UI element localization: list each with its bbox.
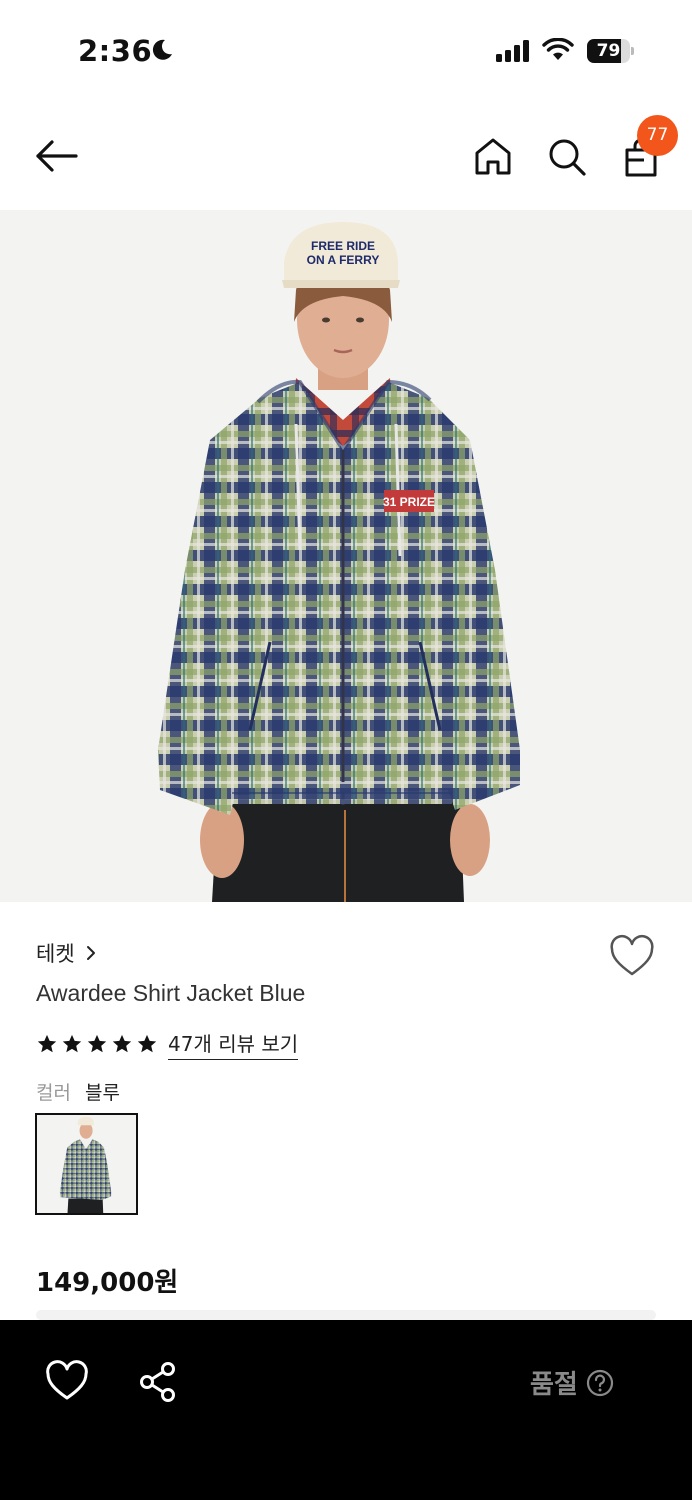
sold-out-status: 품절 xyxy=(530,1364,614,1401)
star-icon xyxy=(62,1034,82,1053)
product-page: 2:36 79 77 31 PRIZE FREE RIDE ON A FERRY… xyxy=(0,0,692,1500)
cart-count-badge: 77 xyxy=(637,115,678,156)
sold-out-label: 품절 xyxy=(530,1370,578,1400)
battery-indicator: 79 xyxy=(587,39,634,63)
star-icon xyxy=(137,1034,157,1053)
chevron-right-icon xyxy=(86,946,95,960)
cap-text-line-1: FREE RIDE xyxy=(311,239,375,253)
reviews-link[interactable]: 47개 리뷰 보기 xyxy=(168,1028,299,1060)
battery-percent: 79 xyxy=(596,41,621,61)
wishlist-heart-icon[interactable] xyxy=(608,934,656,980)
rating-stars xyxy=(36,1033,158,1055)
swatch-thumbnail xyxy=(37,1115,136,1213)
cap-text-line-2: ON A FERRY xyxy=(307,253,380,267)
search-icon[interactable] xyxy=(544,134,590,180)
share-icon[interactable] xyxy=(136,1360,180,1404)
star-icon xyxy=(37,1034,57,1053)
home-icon[interactable] xyxy=(470,134,516,180)
help-icon[interactable] xyxy=(586,1369,614,1397)
wifi-icon xyxy=(542,38,574,60)
jacket-patch-text: 31 PRIZE xyxy=(383,495,435,509)
moon-icon xyxy=(152,39,172,60)
color-label: 컬러 xyxy=(36,1082,71,1104)
product-photo-illustration: 31 PRIZE FREE RIDE ON A FERRY xyxy=(0,210,692,902)
color-value: 블루 xyxy=(84,1082,120,1104)
back-arrow-icon[interactable] xyxy=(30,132,82,180)
status-time: 2:36 xyxy=(78,34,153,68)
color-swatch-selected[interactable] xyxy=(35,1113,138,1215)
product-price: 149,000원 xyxy=(36,1268,179,1298)
heart-icon[interactable] xyxy=(44,1360,90,1404)
top-nav xyxy=(0,100,692,210)
brand-link[interactable]: 테켓 xyxy=(36,938,97,968)
bottom-action-bar: 품절 xyxy=(0,1320,692,1500)
star-icon xyxy=(112,1034,132,1053)
color-row: 컬러 블루 xyxy=(36,1078,120,1105)
cellular-signal-icon xyxy=(496,40,529,62)
brand-name: 테켓 xyxy=(36,942,75,966)
status-bar: 2:36 79 xyxy=(0,0,692,100)
star-icon xyxy=(87,1034,107,1053)
product-image[interactable]: 31 PRIZE FREE RIDE ON A FERRY xyxy=(0,210,692,902)
rating-row: 47개 리뷰 보기 xyxy=(36,1028,299,1060)
section-divider xyxy=(36,1310,656,1320)
product-name: Awardee Shirt Jacket Blue xyxy=(36,980,306,1006)
